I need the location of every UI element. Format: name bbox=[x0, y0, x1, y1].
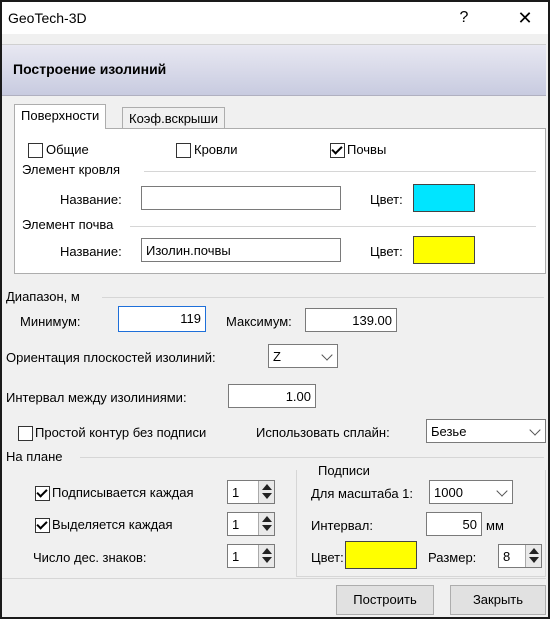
close-icon[interactable]: ✕ bbox=[512, 6, 538, 30]
caption-size-stepper[interactable]: 8 bbox=[498, 544, 542, 568]
min-label: Минимум: bbox=[20, 314, 81, 329]
soil-color-label: Цвет: bbox=[370, 244, 403, 259]
decimals-label: Число дес. знаков: bbox=[33, 550, 147, 565]
page-title: Построение изолиний bbox=[13, 61, 167, 77]
label-each-checkbox[interactable] bbox=[35, 486, 50, 501]
highlight-each-value: 1 bbox=[232, 517, 240, 532]
roof-name-label: Название: bbox=[60, 192, 122, 207]
spin-icon[interactable] bbox=[258, 481, 274, 503]
caption-size-label: Размер: bbox=[428, 550, 477, 565]
orientation-select[interactable]: Z bbox=[268, 344, 338, 368]
caption-color-swatch[interactable] bbox=[345, 541, 417, 569]
caption-color-label: Цвет: bbox=[311, 550, 344, 565]
caption-interval-label: Интервал: bbox=[311, 518, 373, 533]
group-divider bbox=[144, 171, 536, 172]
chevron-down-icon bbox=[529, 424, 541, 436]
caption-interval-input[interactable]: 50 bbox=[426, 512, 482, 536]
group-divider bbox=[80, 457, 544, 458]
decimals-value: 1 bbox=[232, 549, 240, 564]
dialog-header: Построение изолиний bbox=[2, 44, 546, 96]
roof-color-label: Цвет: bbox=[370, 192, 403, 207]
general-label: Общие bbox=[46, 142, 89, 157]
spline-label: Использовать сплайн: bbox=[256, 425, 390, 440]
soil-label: Почвы bbox=[347, 142, 387, 157]
range-group: Диапазон, м bbox=[6, 289, 80, 304]
min-input[interactable]: 119 bbox=[118, 306, 206, 332]
window-title: GeoTech-3D bbox=[8, 10, 87, 26]
max-input[interactable]: 139.00 bbox=[305, 308, 397, 332]
soil-name-input[interactable]: Изолин.почвы bbox=[141, 238, 341, 262]
spline-select[interactable]: Безье bbox=[426, 419, 546, 443]
group-divider bbox=[130, 226, 536, 227]
footer-divider bbox=[2, 578, 546, 579]
soil-name-label: Название: bbox=[60, 244, 122, 259]
roof-checkbox[interactable] bbox=[176, 143, 191, 158]
max-label: Максимум: bbox=[226, 314, 292, 329]
soil-element-group: Элемент почва bbox=[22, 217, 114, 232]
close-button[interactable]: Закрыть bbox=[450, 585, 546, 615]
spin-icon[interactable] bbox=[258, 545, 274, 567]
group-divider bbox=[102, 297, 544, 298]
scale-select[interactable]: 1000 bbox=[429, 480, 513, 504]
title-bar: GeoTech-3D ? ✕ bbox=[2, 2, 548, 34]
spin-icon[interactable] bbox=[258, 513, 274, 535]
spin-icon[interactable] bbox=[525, 545, 541, 567]
spline-value: Безье bbox=[431, 424, 467, 439]
orientation-label: Ориентация плоскостей изолиний: bbox=[6, 350, 216, 365]
roof-color-swatch[interactable] bbox=[413, 184, 475, 212]
scale-value: 1000 bbox=[434, 485, 463, 500]
roof-name-input[interactable] bbox=[141, 186, 341, 210]
roof-label: Кровли bbox=[194, 142, 238, 157]
help-icon[interactable]: ? bbox=[452, 6, 476, 30]
interval-input[interactable]: 1.00 bbox=[228, 384, 316, 408]
soil-checkbox[interactable] bbox=[330, 143, 345, 158]
label-each-value: 1 bbox=[232, 485, 240, 500]
highlight-each-checkbox[interactable] bbox=[35, 518, 50, 533]
chevron-down-icon bbox=[496, 485, 508, 497]
highlight-each-stepper[interactable]: 1 bbox=[227, 512, 275, 536]
label-each-stepper[interactable]: 1 bbox=[227, 480, 275, 504]
scale-label: Для масштаба 1: bbox=[311, 486, 414, 501]
label-each-label: Подписывается каждая bbox=[52, 485, 194, 500]
simple-contour-checkbox[interactable] bbox=[18, 426, 33, 441]
captions-group: Подписи bbox=[316, 463, 372, 478]
soil-color-swatch[interactable] bbox=[413, 236, 475, 264]
simple-contour-label: Простой контур без подписи bbox=[35, 425, 207, 440]
caption-size-value: 8 bbox=[503, 549, 511, 564]
build-button[interactable]: Построить bbox=[336, 585, 434, 615]
roof-element-group: Элемент кровля bbox=[22, 162, 121, 177]
plan-group: На плане bbox=[6, 449, 63, 464]
highlight-each-label: Выделяется каждая bbox=[52, 517, 173, 532]
orientation-value: Z bbox=[273, 349, 281, 364]
caption-interval-unit: мм bbox=[486, 518, 504, 533]
decimals-stepper[interactable]: 1 bbox=[227, 544, 275, 568]
general-checkbox[interactable] bbox=[28, 143, 43, 158]
tab-stripping-ratio[interactable]: Коэф.вскрыши bbox=[122, 107, 225, 129]
chevron-down-icon bbox=[321, 349, 333, 361]
interval-label: Интервал между изолиниями: bbox=[6, 390, 187, 405]
tab-surfaces[interactable]: Поверхности bbox=[14, 104, 107, 129]
